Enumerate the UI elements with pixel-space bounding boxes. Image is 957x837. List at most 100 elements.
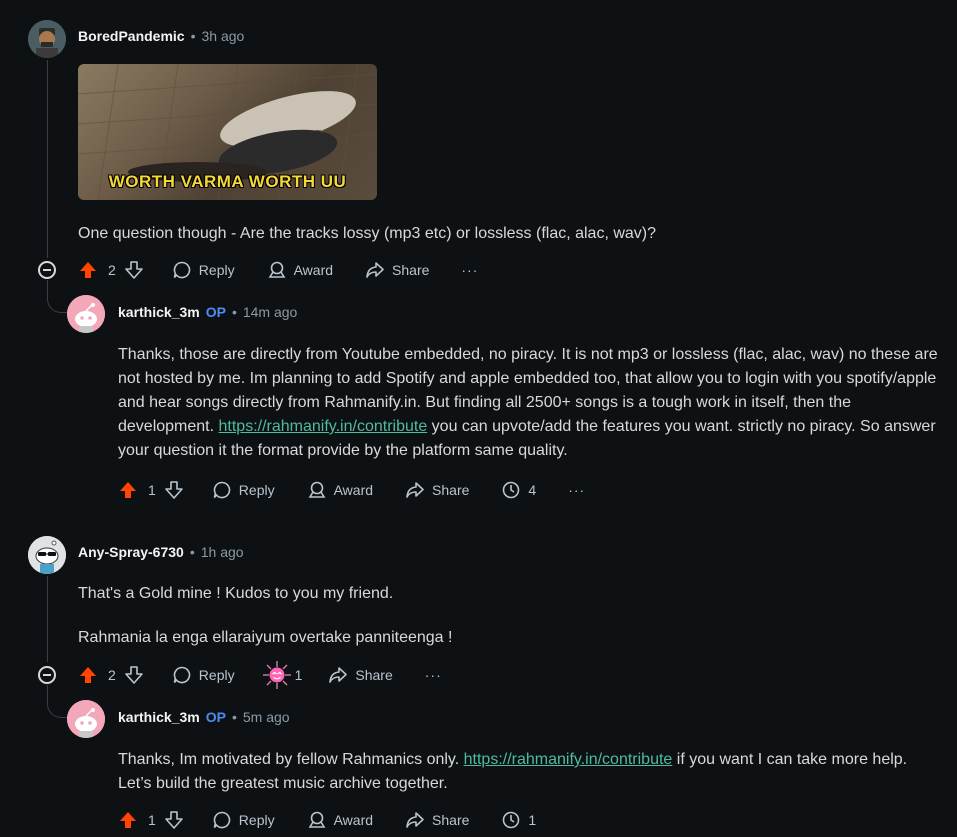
award-button[interactable]: Award — [307, 480, 373, 500]
upvote-button[interactable] — [78, 260, 98, 280]
vote-count: 1 — [148, 482, 156, 498]
downvote-button[interactable] — [124, 665, 144, 685]
reply-button[interactable]: Reply — [172, 260, 235, 280]
downvote-icon — [164, 811, 183, 829]
comment-gif[interactable]: WORTH VARMA WORTH UU — [78, 64, 377, 200]
avatar[interactable] — [28, 536, 66, 574]
author-name[interactable]: BoredPandemic — [78, 28, 185, 44]
comment-meta: BoredPandemic • 3h ago — [78, 28, 244, 44]
reply-button[interactable]: Reply — [212, 480, 275, 500]
share-button[interactable]: Share — [405, 480, 469, 500]
share-button[interactable]: Share — [365, 260, 429, 280]
comment-paragraph: One question though - Are the tracks los… — [78, 225, 657, 242]
comment-meta: karthick_3m OP • 5m ago — [118, 709, 290, 725]
reply-button[interactable]: Reply — [212, 810, 275, 830]
timestamp[interactable]: 5m ago — [243, 709, 290, 725]
reply-button[interactable]: Reply — [172, 665, 235, 685]
insights-button[interactable]: 4 — [501, 480, 536, 500]
comment-meta: karthick_3m OP • 14m ago — [118, 304, 297, 320]
share-icon — [329, 667, 348, 683]
comment-paragraph: That's a Gold mine ! Kudos to you my fri… — [78, 585, 394, 602]
award-button[interactable]: Award — [307, 810, 373, 830]
upvote-button[interactable] — [118, 810, 138, 830]
comment-paragraph: Thanks, Im motivated by fellow Rahmanics… — [118, 748, 918, 796]
author-name[interactable]: karthick_3m — [118, 304, 200, 320]
award-icon — [308, 811, 326, 828]
upvote-icon — [120, 482, 136, 498]
comment-icon — [213, 811, 231, 829]
upvote-icon — [80, 667, 96, 683]
op-badge: OP — [205, 709, 226, 725]
wholesome-award-icon — [262, 661, 291, 689]
comment-actions: 1 Reply Award Share 1 — [118, 804, 536, 836]
contribute-link[interactable]: https://rahmanify.in/contribute — [219, 418, 428, 435]
share-icon — [366, 262, 384, 278]
author-name[interactable]: karthick_3m — [118, 709, 200, 725]
downvote-button[interactable] — [164, 480, 184, 500]
timestamp[interactable]: 1h ago — [201, 544, 244, 560]
gif-caption: WORTH VARMA WORTH UU — [108, 172, 347, 191]
thread-line — [47, 576, 48, 662]
award-icon — [268, 261, 286, 278]
share-button[interactable]: Share — [405, 810, 469, 830]
thread-curve — [47, 685, 68, 718]
comment-meta: Any-Spray-6730 • 1h ago — [78, 544, 244, 560]
insights-count: 1 — [528, 812, 537, 828]
insights-button[interactable]: 1 — [501, 810, 536, 830]
award-label: Award — [293, 262, 334, 278]
downvote-icon — [124, 261, 143, 279]
thread-curve — [47, 280, 68, 313]
comment-actions: 1 Reply Award Share 4 ··· — [118, 474, 585, 506]
upvote-icon — [120, 812, 136, 828]
downvote-icon — [124, 666, 143, 684]
award-icon — [308, 481, 326, 498]
downvote-icon — [164, 481, 183, 499]
share-label: Share — [355, 667, 393, 683]
share-icon — [406, 812, 424, 828]
award-count: 1 — [294, 667, 303, 683]
insights-count: 4 — [528, 482, 537, 498]
avatar[interactable] — [28, 20, 66, 58]
comment-body: Thanks, Im motivated by fellow Rahmanics… — [118, 748, 918, 796]
avatar[interactable] — [67, 295, 105, 333]
reply-label: Reply — [238, 482, 275, 498]
award-button[interactable]: Award — [267, 260, 333, 280]
downvote-button[interactable] — [124, 260, 144, 280]
downvote-button[interactable] — [164, 810, 184, 830]
avatar[interactable] — [67, 700, 105, 738]
comment-actions: 2 Reply Award Share ··· — [78, 254, 478, 286]
separator: • — [231, 304, 237, 320]
more-options-button[interactable]: ··· — [425, 667, 442, 683]
share-icon — [406, 482, 424, 498]
author-name[interactable]: Any-Spray-6730 — [78, 544, 184, 560]
share-label: Share — [432, 482, 470, 498]
reply-label: Reply — [238, 812, 275, 828]
vote-count: 1 — [148, 812, 156, 828]
comment-actions: 2 Reply 1 Share ··· — [78, 659, 442, 691]
insights-icon — [503, 811, 520, 829]
upvote-button[interactable] — [78, 665, 98, 685]
upvote-icon — [80, 262, 96, 278]
comment-paragraph: Thanks, those are directly from Youtube … — [118, 343, 948, 463]
share-button[interactable]: Share — [328, 665, 393, 685]
collapse-thread-button[interactable] — [38, 666, 56, 684]
contribute-link[interactable]: https://rahmanify.in/contribute — [464, 751, 673, 768]
timestamp[interactable]: 14m ago — [243, 304, 297, 320]
comment-icon — [213, 481, 231, 499]
more-options-button[interactable]: ··· — [461, 262, 478, 278]
comment-body: Thanks, those are directly from Youtube … — [118, 343, 948, 463]
op-badge: OP — [205, 304, 226, 320]
comment-body: That's a Gold mine ! Kudos to you my fri… — [78, 582, 938, 650]
award-button[interactable]: 1 — [261, 659, 303, 691]
upvote-button[interactable] — [118, 480, 138, 500]
award-label: Award — [333, 482, 374, 498]
collapse-thread-button[interactable] — [38, 261, 56, 279]
comment-body: One question though - Are the tracks los… — [78, 222, 938, 246]
comment-icon — [173, 666, 191, 684]
timestamp[interactable]: 3h ago — [202, 28, 245, 44]
separator: • — [231, 709, 237, 725]
comment-paragraph: Rahmania la enga ellaraiyum overtake pan… — [78, 629, 453, 646]
thread-line — [47, 60, 48, 258]
insights-icon — [503, 481, 520, 499]
more-options-button[interactable]: ··· — [568, 482, 585, 498]
